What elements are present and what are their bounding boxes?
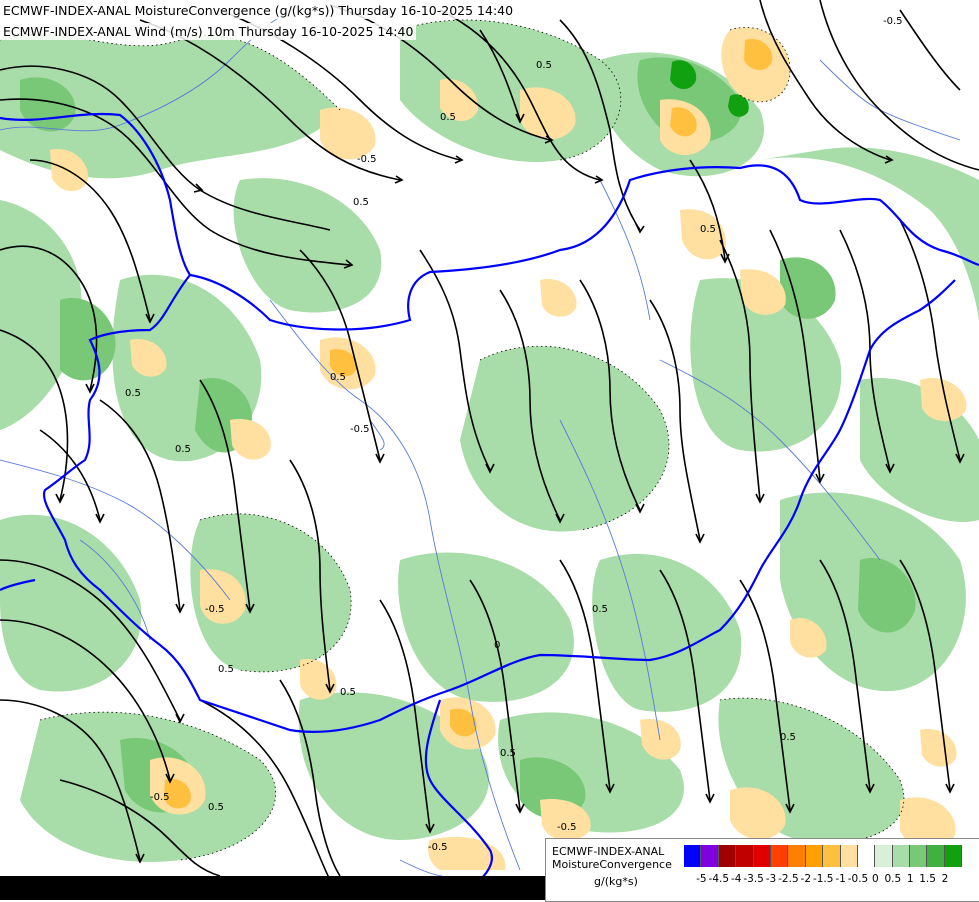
contour-label: -0.5 bbox=[150, 792, 170, 803]
contour-label: -0.5 bbox=[205, 604, 225, 615]
legend-swatch bbox=[684, 845, 701, 867]
legend-swatch bbox=[754, 845, 771, 867]
legend-tick-label: -3.5 bbox=[743, 873, 764, 885]
legend-tick-label: -1 bbox=[835, 873, 845, 885]
legend-swatch bbox=[927, 845, 944, 867]
legend-swatch bbox=[858, 845, 875, 867]
legend-swatch bbox=[893, 845, 910, 867]
legend-swatch bbox=[841, 845, 858, 867]
legend-tick-label: -2 bbox=[801, 873, 811, 885]
contour-label: 0.5 bbox=[218, 664, 234, 675]
contour-label: -0.5 bbox=[883, 16, 903, 27]
legend-tick-label: -1.5 bbox=[813, 873, 834, 885]
legend-tick-label: 0 bbox=[872, 873, 879, 885]
legend-color-scale bbox=[684, 845, 962, 867]
contour-label: 0.5 bbox=[500, 748, 516, 759]
contour-label: 0.5 bbox=[125, 388, 141, 399]
map-title-moisture-convergence: ECMWF-INDEX-ANAL MoistureConvergence (g/… bbox=[0, 2, 516, 19]
contour-label: 0.5 bbox=[780, 732, 796, 743]
legend-model-name: ECMWF-INDEX-ANAL bbox=[552, 845, 664, 858]
color-legend: ECMWF-INDEX-ANAL MoistureConvergence g/(… bbox=[545, 838, 979, 902]
legend-swatch bbox=[910, 845, 927, 867]
legend-tick-label: -0.5 bbox=[848, 873, 869, 885]
contour-label: 0.5 bbox=[208, 802, 224, 813]
legend-swatch bbox=[771, 845, 788, 867]
legend-swatch bbox=[701, 845, 718, 867]
contour-label: -0.5 bbox=[428, 842, 448, 853]
contour-label: -0.5 bbox=[357, 154, 377, 165]
contour-label: 0.5 bbox=[340, 687, 356, 698]
contour-label: 0.5 bbox=[700, 224, 716, 235]
legend-tick-label: -2.5 bbox=[778, 873, 799, 885]
legend-parameter-name: MoistureConvergence bbox=[552, 858, 672, 871]
legend-swatch bbox=[736, 845, 753, 867]
weather-map: -0.5 0.5 0.5 -0.5 0.5 0.5 0.5 -0.5 0.5 0… bbox=[0, 0, 979, 900]
contour-label: 0.5 bbox=[330, 372, 346, 383]
legend-tick-label: -5 bbox=[696, 873, 706, 885]
legend-swatch bbox=[945, 845, 962, 867]
contour-label: 0.5 bbox=[353, 197, 369, 208]
contour-label: -0.5 bbox=[557, 822, 577, 833]
legend-swatch bbox=[788, 845, 805, 867]
legend-swatch bbox=[719, 845, 736, 867]
contour-label: -0.5 bbox=[350, 424, 370, 435]
legend-swatch bbox=[806, 845, 823, 867]
legend-tick-label: -4 bbox=[731, 873, 741, 885]
legend-units: g/(kg*s) bbox=[594, 875, 638, 888]
legend-swatch bbox=[823, 845, 840, 867]
legend-tick-label: -4.5 bbox=[709, 873, 730, 885]
contour-label: 0.5 bbox=[440, 112, 456, 123]
contour-label: 0 bbox=[494, 640, 500, 651]
map-title-wind: ECMWF-INDEX-ANAL Wind (m/s) 10m Thursday… bbox=[0, 23, 416, 40]
legend-tick-label: 0.5 bbox=[884, 873, 901, 885]
contour-label: 0.5 bbox=[175, 444, 191, 455]
contour-label: 0.5 bbox=[592, 604, 608, 615]
legend-tick-label: 1 bbox=[907, 873, 914, 885]
legend-tick-label: 1.5 bbox=[919, 873, 936, 885]
legend-swatch bbox=[875, 845, 892, 867]
legend-tick-label: 2 bbox=[942, 873, 949, 885]
contour-label: 0.5 bbox=[536, 60, 552, 71]
legend-tick-label: -3 bbox=[766, 873, 776, 885]
legend-tick-labels: -5-4.5-4-3.5-3-2.5-2-1.5-1-0.50 0.5 1 1.5 2 bbox=[684, 873, 974, 887]
